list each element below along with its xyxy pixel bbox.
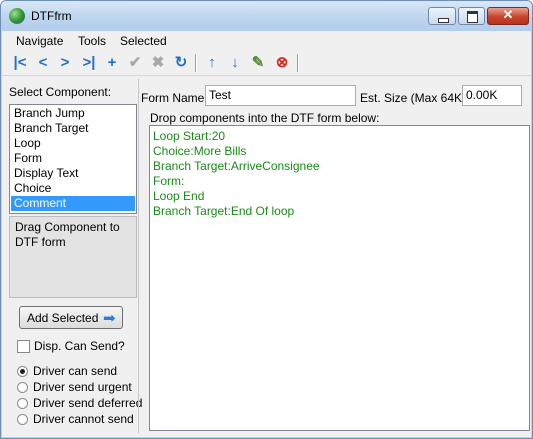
maximize-button[interactable] xyxy=(458,7,485,25)
radio-label: Driver send deferred xyxy=(33,396,143,410)
checkbox-box[interactable] xyxy=(17,340,30,353)
form-name-input[interactable]: Test xyxy=(205,85,356,106)
minimize-button[interactable] xyxy=(428,7,456,25)
menu-tools[interactable]: Tools xyxy=(78,34,106,48)
radio-button[interactable] xyxy=(17,398,28,409)
form-item[interactable]: Branch Target:ArriveConsignee xyxy=(153,159,320,173)
form-name-label: Form Name xyxy=(141,91,205,105)
panel-divider[interactable] xyxy=(138,79,139,433)
radio-label: Driver cannot send xyxy=(33,412,134,426)
close-button[interactable]: ✕ xyxy=(487,7,529,25)
radio-label: Driver send urgent xyxy=(33,380,132,394)
last-record-icon[interactable]: >| xyxy=(79,53,99,73)
add-selected-button[interactable]: Add Selected ➡ xyxy=(19,306,123,329)
menu-bar: Navigate Tools Selected xyxy=(2,31,531,51)
form-item[interactable]: Branch Target:End Of loop xyxy=(153,204,294,218)
toolbar-separator xyxy=(297,54,299,72)
menu-navigate[interactable]: Navigate xyxy=(16,34,63,48)
next-record-icon[interactable]: > xyxy=(55,53,75,73)
list-item[interactable]: Loop xyxy=(11,136,135,151)
form-item[interactable]: Choice:More Bills xyxy=(153,144,246,158)
first-record-icon[interactable]: |< xyxy=(10,53,30,73)
est-size-label: Est. Size (Max 64K) xyxy=(360,91,467,105)
list-item[interactable]: Display Text xyxy=(11,166,135,181)
arrow-right-icon: ➡ xyxy=(103,310,116,327)
app-window: DTFfrm ✕ Navigate Tools Selected |< < > … xyxy=(0,0,533,439)
move-up-icon[interactable]: ↑ xyxy=(202,53,222,73)
refresh-icon[interactable]: ↻ xyxy=(171,53,191,73)
form-item[interactable]: Loop Start:20 xyxy=(153,129,225,143)
drop-instructions: Drop components into the DTF form below: xyxy=(150,111,380,125)
select-component-label: Select Component: xyxy=(9,85,112,99)
minimize-icon xyxy=(438,18,449,23)
client-area: Select Component: Branch Jump Branch Tar… xyxy=(2,76,531,437)
add-icon[interactable]: + xyxy=(102,53,122,73)
maximize-icon xyxy=(467,11,478,23)
previous-record-icon[interactable]: < xyxy=(33,53,53,73)
toolbar: |< < > >| + ✔ ✖ ↻ ↑ ↓ ✎ ⊗ xyxy=(2,51,531,76)
toolbar-separator xyxy=(195,54,197,72)
form-item[interactable]: Loop End xyxy=(153,189,204,203)
move-down-icon[interactable]: ↓ xyxy=(225,53,245,73)
dtf-form-drop-area[interactable]: Loop Start:20 Choice:More Bills Branch T… xyxy=(149,125,530,431)
menu-selected[interactable]: Selected xyxy=(120,34,167,48)
component-list[interactable]: Branch Jump Branch Target Loop Form Disp… xyxy=(9,104,137,214)
close-icon: ✕ xyxy=(502,7,514,22)
window-title: DTFfrm xyxy=(31,9,72,23)
list-item[interactable]: Branch Target xyxy=(11,121,135,136)
disp-can-send-label: Disp. Can Send? xyxy=(34,339,125,353)
add-selected-label: Add Selected xyxy=(27,311,99,325)
delete-icon[interactable]: ⊗ xyxy=(272,53,292,73)
cancel-icon[interactable]: ✖ xyxy=(148,53,168,73)
edit-icon[interactable]: ✎ xyxy=(248,53,268,73)
radio-label: Driver can send xyxy=(33,364,118,378)
list-item[interactable]: Branch Jump xyxy=(11,106,135,121)
radio-button[interactable] xyxy=(17,382,28,393)
radio-button[interactable] xyxy=(17,414,28,425)
radio-button[interactable] xyxy=(17,366,28,377)
app-globe-icon xyxy=(9,8,25,24)
est-size-field[interactable]: 0.00K xyxy=(462,85,522,106)
drag-hint: Drag Component to DTF form xyxy=(9,216,137,298)
list-item[interactable]: Choice xyxy=(11,181,135,196)
confirm-icon[interactable]: ✔ xyxy=(125,53,145,73)
form-item[interactable]: Form: xyxy=(153,174,184,188)
list-item[interactable]: Form xyxy=(11,151,135,166)
component-panel: Select Component: Branch Jump Branch Tar… xyxy=(6,79,142,433)
list-item-selected[interactable]: Comment xyxy=(11,196,135,211)
title-bar: DTFfrm ✕ xyxy=(1,1,532,31)
